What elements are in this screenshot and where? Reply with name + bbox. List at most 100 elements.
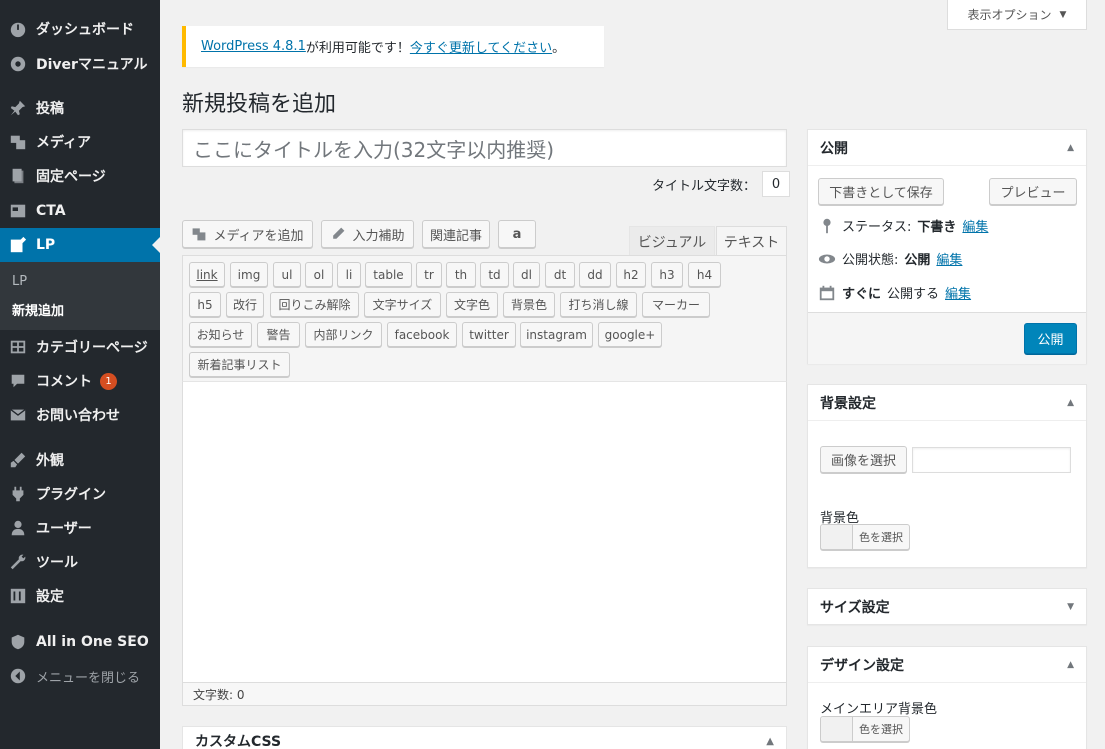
menu-posts[interactable]: 投稿 [0,91,160,125]
status-value: 下書き [917,220,957,235]
user-icon [0,519,36,537]
qt-font-color-button[interactable]: 文字色 [446,292,498,317]
menu-comments[interactable]: コメント 1 [0,364,160,398]
tab-text[interactable]: テキスト [716,226,787,256]
main-bg-color-picker[interactable]: 色を選択 [820,716,910,742]
qt-googleplus-button[interactable]: google+ [598,322,662,347]
edit-status-link[interactable]: 編集 [962,216,988,235]
qt-notice-button[interactable]: お知らせ [189,322,252,347]
menu-collapse[interactable]: メニューを閉じる [0,659,160,693]
tab-visual[interactable]: ビジュアル [629,226,715,256]
qt-strikethrough-button[interactable]: 打ち消し線 [560,292,637,317]
add-media-label: メディアを追加 [213,228,304,244]
preview-label: プレビュー [1000,186,1066,201]
menu-dashboard[interactable]: ダッシュボード [0,12,160,46]
menu-label: お問い合わせ [36,408,120,424]
size-settings-header[interactable]: サイズ設定 ▼ [808,589,1086,625]
menu-settings[interactable]: 設定 [0,579,160,613]
menu-category-page[interactable]: カテゴリーページ [0,330,160,364]
qt-td-button[interactable]: td [480,262,509,287]
qt-internal-link-button[interactable]: 内部リンク [305,322,382,347]
size-settings-box: サイズ設定 ▼ [807,588,1087,625]
qt-h5-button[interactable]: h5 [189,292,221,317]
choose-image-button[interactable]: 画像を選択 [820,446,907,473]
qt-recent-posts-button[interactable]: 新着記事リスト [189,352,290,377]
notice-period: 。 [552,41,566,56]
menu-tools[interactable]: ツール [0,545,160,579]
menu-all-in-one-seo[interactable]: All in One SEO [0,625,160,659]
qt-warning-button[interactable]: 警告 [257,322,300,347]
edit-icon [0,236,36,254]
save-draft-button[interactable]: 下書きとして保存 [818,178,944,205]
bg-color-picker[interactable]: 色を選択 [820,524,910,550]
content-textarea[interactable] [182,381,787,683]
menu-appearance[interactable]: 外観 [0,443,160,477]
qt-img-button[interactable]: img [230,262,268,287]
main-bg-color-label: メインエリア背景色 [820,702,938,717]
publish-button[interactable]: 公開 [1024,323,1077,354]
update-notice: WordPress 4.8.1 が利用可能です！ 今すぐ更新してください 。 [182,26,604,67]
menu-plugins[interactable]: プラグイン [0,477,160,511]
size-settings-title: サイズ設定 [820,600,890,616]
qt-dd-button[interactable]: dd [579,262,611,287]
publish-box-header[interactable]: 公開 ▲ [808,130,1086,166]
qt-clear-float-button[interactable]: 回りこみ解除 [270,292,359,317]
collapse-icon [0,667,36,685]
media-icon [0,133,36,151]
input-assist-button[interactable]: 入力補助 [321,220,414,248]
qt-ul-button[interactable]: ul [273,262,301,287]
screen-options-button[interactable]: 表示オプション ▼ [947,0,1087,30]
qt-dt-button[interactable]: dt [545,262,575,287]
qt-tr-button[interactable]: tr [416,262,442,287]
caret-up-icon: ▲ [1067,142,1074,153]
menu-users[interactable]: ユーザー [0,511,160,545]
design-settings-header[interactable]: デザイン設定 ▲ [808,647,1086,683]
qt-marker-button[interactable]: マーカー [642,292,710,317]
qt-facebook-button[interactable]: facebook [387,322,457,347]
amazon-button[interactable]: a [498,220,536,248]
related-posts-button[interactable]: 関連記事 [422,220,490,248]
bg-settings-title: 背景設定 [820,395,876,412]
qt-instagram-button[interactable]: instagram [520,322,593,347]
gear-icon [0,55,36,73]
menu-label: 投稿 [36,101,64,117]
menu-label: ツール [36,555,78,571]
menu-label: メニューを閉じる [36,670,141,686]
edit-visibility-link[interactable]: 編集 [936,249,962,268]
menu-pages[interactable]: 固定ページ [0,159,160,193]
post-title-input[interactable]: ここにタイトルを入力(32文字以内推奨) [182,129,787,167]
qt-link-button[interactable]: link [189,262,225,287]
color-swatch [821,525,853,549]
menu-contact[interactable]: お問い合わせ [0,398,160,432]
submenu-item-lp[interactable]: LP [12,274,27,289]
qt-font-size-button[interactable]: 文字サイズ [364,292,441,317]
design-settings-box: デザイン設定 ▲ メインエリア背景色 色を選択 [807,646,1087,749]
qt-bg-color-button[interactable]: 背景色 [503,292,555,317]
wordpress-version-link[interactable]: WordPress 4.8.1 [201,39,306,54]
qt-th-button[interactable]: th [446,262,476,287]
bg-settings-header[interactable]: 背景設定 ▲ [808,385,1086,421]
qt-ol-button[interactable]: ol [305,262,333,287]
qt-twitter-button[interactable]: twitter [462,322,516,347]
update-now-link[interactable]: 今すぐ更新してください [410,37,552,56]
menu-cta[interactable]: CTA [0,194,160,228]
qt-h4-button[interactable]: h4 [688,262,721,287]
qt-h2-button[interactable]: h2 [616,262,646,287]
qt-table-button[interactable]: table [365,262,412,287]
custom-css-box[interactable]: カスタムCSS ▲ [182,726,787,749]
image-url-input[interactable] [912,447,1071,473]
qt-dl-button[interactable]: dl [513,262,540,287]
quicktags-toolbar: link img ul ol li table tr th td dl dt d… [182,255,787,382]
plugin-icon [0,485,36,503]
qt-h3-button[interactable]: h3 [651,262,683,287]
qt-li-button[interactable]: li [337,262,361,287]
qt-linebreak-button[interactable]: 改行 [226,292,264,317]
preview-button[interactable]: プレビュー [989,178,1077,205]
edit-schedule-link[interactable]: 編集 [945,283,971,302]
menu-lp[interactable]: LP [0,228,160,262]
add-media-button[interactable]: メディアを追加 [182,220,313,248]
submenu-item-add-new[interactable]: 新規追加 [12,300,64,319]
cta-icon [0,202,36,220]
menu-diver-manual[interactable]: Diverマニュアル [0,47,160,81]
menu-media[interactable]: メディア [0,125,160,159]
